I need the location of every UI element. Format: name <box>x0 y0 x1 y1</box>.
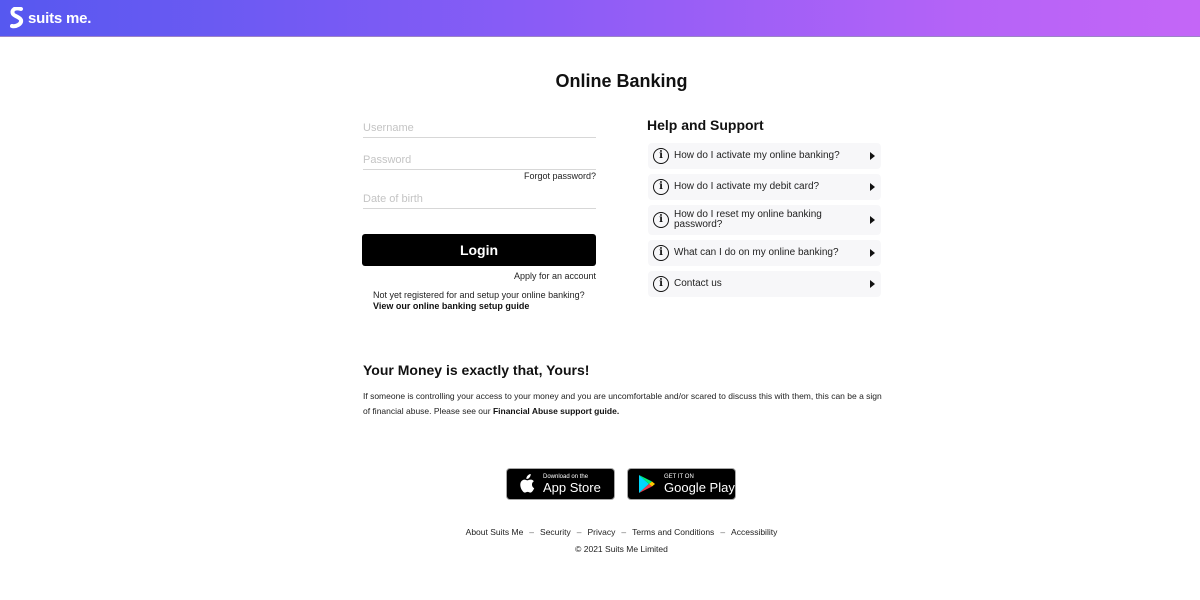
google-play-button[interactable]: GET IT ON Google Play <box>627 468 736 500</box>
username-field-wrapper <box>363 118 596 138</box>
money-title: Your Money is exactly that, Yours! <box>363 362 590 378</box>
apple-icon <box>513 472 539 496</box>
footer-link-terms[interactable]: Terms and Conditions <box>632 527 714 537</box>
caret-right-icon <box>870 280 875 288</box>
financial-abuse-text: If someone is controlling your access to… <box>363 389 883 419</box>
google-play-text: GET IT ON Google Play <box>664 474 735 495</box>
suits-me-logo-icon <box>10 7 24 29</box>
footer-separator: – <box>720 527 726 537</box>
info-icon: i <box>653 179 669 195</box>
info-icon: i <box>653 245 669 261</box>
footer-separator: – <box>576 527 582 537</box>
brand-logo[interactable]: suits me. <box>10 6 91 30</box>
forgot-password-link[interactable]: Forgot password? <box>480 171 596 181</box>
help-item-activate-debit-card[interactable]: i How do I activate my debit card? <box>648 174 881 200</box>
help-item-label: How do I activate my online banking? <box>674 150 840 161</box>
password-input[interactable] <box>363 151 596 169</box>
help-list: i How do I activate my online banking? i… <box>648 143 881 302</box>
footer-link-accessibility[interactable]: Accessibility <box>731 527 777 537</box>
footer-separator: – <box>621 527 627 537</box>
info-icon: i <box>653 212 669 228</box>
help-item-label: How do I activate my debit card? <box>674 181 820 192</box>
caret-right-icon <box>870 152 875 160</box>
footer-links: About Suits Me – Security – Privacy – Terms an… <box>0 527 1200 537</box>
help-item-activate-online-banking[interactable]: i How do I activate my online banking? <box>648 143 881 169</box>
copyright: © 2021 Suits Me Limited <box>575 544 668 554</box>
help-item-label: How do I reset my online banking passwor… <box>674 209 822 230</box>
brand-name: suits me. <box>28 9 92 27</box>
footer-link-privacy[interactable]: Privacy <box>587 527 615 537</box>
password-field-wrapper <box>363 150 596 170</box>
not-registered-text: Not yet registered for and setup your on… <box>373 290 585 300</box>
app-store-big-text: App Store <box>543 479 601 495</box>
date-of-birth-input[interactable] <box>363 190 596 208</box>
help-item-contact-us[interactable]: i Contact us <box>648 271 881 297</box>
app-store-button[interactable]: Download on the App Store <box>506 468 615 500</box>
financial-abuse-body: If someone is controlling your access to… <box>363 391 882 416</box>
top-bar: suits me. <box>0 0 1200 37</box>
app-store-text: Download on the App Store <box>543 474 601 495</box>
footer-link-security[interactable]: Security <box>540 527 571 537</box>
caret-right-icon <box>870 249 875 257</box>
help-item-what-can-i-do[interactable]: i What can I do on my online banking? <box>648 240 881 266</box>
google-play-big-text: Google Play <box>664 479 735 495</box>
setup-guide-link[interactable]: View our online banking setup guide <box>373 301 529 311</box>
dob-field-wrapper <box>363 189 596 209</box>
google-play-icon <box>634 472 660 496</box>
login-button[interactable]: Login <box>362 234 596 266</box>
help-title: Help and Support <box>647 117 764 133</box>
footer-link-about[interactable]: About Suits Me <box>466 527 524 537</box>
footer-separator: – <box>529 527 535 537</box>
financial-abuse-guide-link[interactable]: Financial Abuse support guide. <box>493 406 619 416</box>
caret-right-icon <box>870 183 875 191</box>
username-input[interactable] <box>363 119 596 137</box>
page-title: Online Banking <box>555 71 688 91</box>
apply-account-link[interactable]: Apply for an account <box>480 271 596 281</box>
help-item-label: Contact us <box>674 278 722 289</box>
help-item-reset-password[interactable]: i How do I reset my online banking passw… <box>648 205 881 235</box>
info-icon: i <box>653 276 669 292</box>
caret-right-icon <box>870 216 875 224</box>
help-item-label: What can I do on my online banking? <box>674 247 839 258</box>
info-icon: i <box>653 148 669 164</box>
